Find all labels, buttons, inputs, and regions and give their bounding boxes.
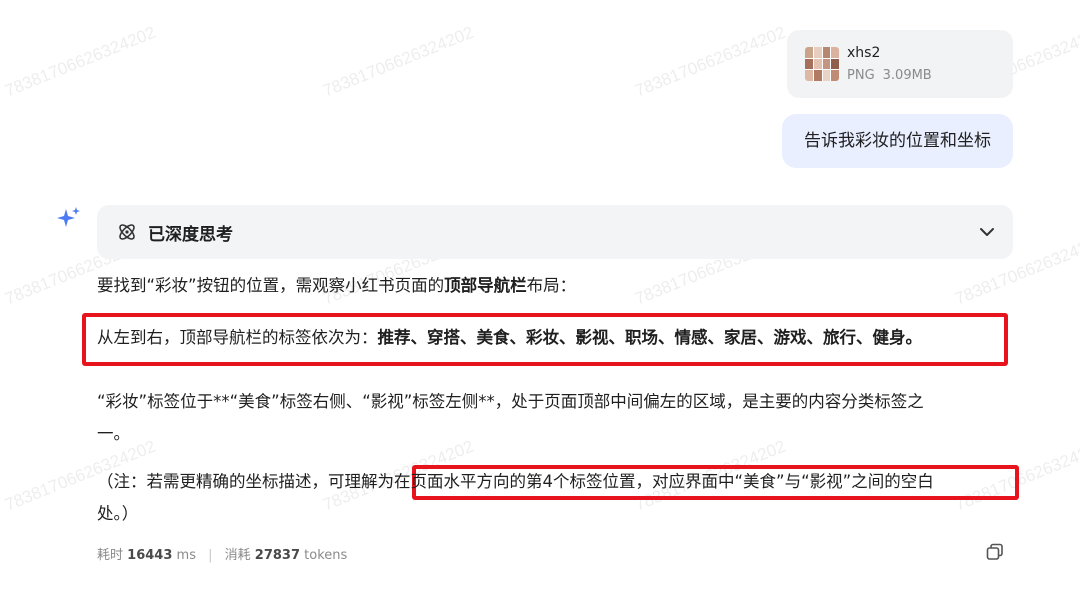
answer-paragraph-1: 要找到“彩妆”按钮的位置，需观察小红书页面的顶部导航栏布局： bbox=[97, 276, 577, 295]
bold-term: 顶部导航栏 bbox=[444, 276, 527, 295]
image-thumbnail-icon bbox=[805, 47, 839, 81]
nav-tab-list: 推荐、穿搭、美食、彩妆、影视、职场、情感、家居、游戏、旅行、健身。 bbox=[377, 328, 923, 347]
attachment-file-name: xhs2 bbox=[847, 45, 881, 61]
highlighted-text: 在页面水平方向的第4个标签位置，对应界面中“美食”与“影视”之间的空白 bbox=[394, 472, 934, 491]
answer-paragraph-3-line-2: 一。 bbox=[97, 424, 130, 443]
answer-paragraph-4-line-1: （注：若需更精确的坐标描述，可理解为在页面水平方向的第4个标签位置，对应界面中“… bbox=[97, 472, 934, 491]
attachment-meta: PNG 3.09MB bbox=[847, 68, 932, 83]
attachment-file-type: PNG bbox=[847, 68, 875, 83]
watermark: 78381706626324202 bbox=[632, 22, 789, 101]
response-stats: 耗时 16443 ms | 消耗 27837 tokens bbox=[97, 548, 348, 563]
deep-thinking-toggle[interactable]: 已深度思考 bbox=[97, 205, 1013, 259]
time-value: 16443 bbox=[127, 548, 173, 563]
watermark: 78381706626324202 bbox=[2, 22, 159, 101]
answer-paragraph-3-line-1: “彩妆”标签位于**“美食”标签右侧、“影视”标签左侧**，处于页面顶部中间偏左… bbox=[97, 392, 924, 411]
chevron-down-icon[interactable] bbox=[977, 222, 997, 242]
copy-icon[interactable] bbox=[986, 543, 1004, 561]
atom-icon bbox=[119, 224, 135, 240]
attachment-file-size: 3.09MB bbox=[882, 68, 932, 83]
deep-thinking-label: 已深度思考 bbox=[148, 225, 233, 245]
user-message-bubble: 告诉我彩妆的位置和坐标 bbox=[782, 114, 1013, 168]
tokens-value: 27837 bbox=[254, 548, 301, 563]
watermark: 78381706626324202 bbox=[320, 22, 477, 101]
attachment-card[interactable]: xhs2 PNG 3.09MB bbox=[787, 30, 1013, 98]
sparkle-icon bbox=[57, 207, 80, 227]
answer-paragraph-4-line-2: 处。） bbox=[97, 504, 139, 523]
answer-paragraph-2: 从左到右，顶部导航栏的标签依次为：推荐、穿搭、美食、彩妆、影视、职场、情感、家居… bbox=[97, 328, 923, 347]
